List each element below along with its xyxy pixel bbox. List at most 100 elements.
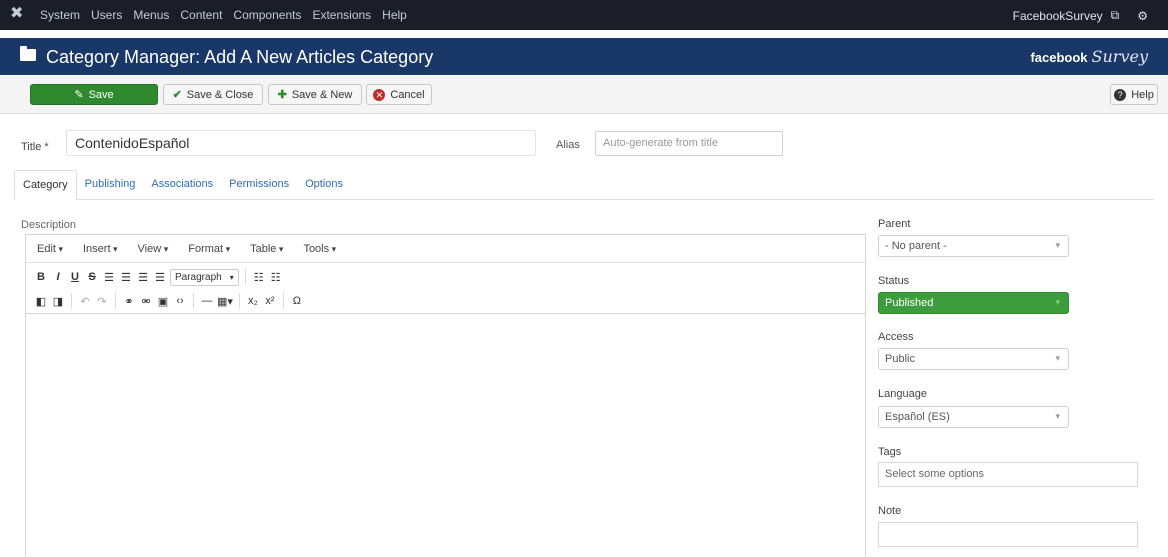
table-icon[interactable]: ▦▾ xyxy=(217,293,233,309)
editor-toolbar-1: B I U S ☰ ☰ ☰ ☰ Paragraph ▾ ☷ ☷ xyxy=(26,265,865,289)
page-header: Category Manager: Add A New Articles Cat… xyxy=(0,38,1168,75)
toolbar-separator xyxy=(193,293,194,309)
top-right: FacebookSurvey ⧉ ⚙ xyxy=(1013,8,1148,23)
unlink-icon[interactable]: ⚮ xyxy=(139,293,153,309)
save-close-label: Save & Close xyxy=(186,88,254,101)
code-icon[interactable]: ‹› xyxy=(173,293,187,309)
note-input[interactable] xyxy=(878,522,1138,547)
numbered-list-icon[interactable]: ☷ xyxy=(269,269,283,285)
editor-menu-table[interactable]: Table xyxy=(250,243,283,262)
strikethrough-icon[interactable]: S xyxy=(85,269,99,285)
editor-menu-edit[interactable]: Edit xyxy=(37,243,63,262)
bullet-list-icon[interactable]: ☷ xyxy=(252,269,266,285)
external-link-icon[interactable]: ⧉ xyxy=(1111,8,1120,23)
plus-icon: ✚ xyxy=(277,89,287,101)
brand-script: Survey xyxy=(1091,47,1148,66)
top-navbar: ✖ System Users Menus Content Components … xyxy=(0,0,1168,30)
toolbar-separator xyxy=(115,293,116,309)
bold-icon[interactable]: B xyxy=(34,269,48,285)
alias-label: Alias xyxy=(556,139,580,151)
site-link[interactable]: FacebookSurvey xyxy=(1013,9,1103,23)
undo-icon[interactable]: ↶ xyxy=(78,293,92,309)
cancel-icon: ✕ xyxy=(373,88,386,101)
editor-toolbar-2: ◧ ◨ ↶ ↷ ⚭ ⚮ ▣ ‹› — ▦▾ x₂ x² Ω xyxy=(26,289,865,313)
format-select-value: Paragraph xyxy=(175,271,222,283)
tags-input[interactable]: Select some options xyxy=(878,462,1138,487)
help-icon: ? xyxy=(1114,88,1127,101)
menu-help[interactable]: Help xyxy=(382,8,407,22)
editor-menu-view[interactable]: View xyxy=(138,243,169,262)
gear-icon[interactable]: ⚙ xyxy=(1137,9,1148,23)
tab-options[interactable]: Options xyxy=(297,170,351,200)
underline-icon[interactable]: U xyxy=(68,269,82,285)
tags-label: Tags xyxy=(878,446,902,458)
parent-select[interactable]: - No parent - xyxy=(878,235,1069,257)
parent-label: Parent xyxy=(878,218,911,230)
chevron-down-icon: ▾ xyxy=(229,272,234,282)
save-button[interactable]: ✎ Save xyxy=(30,84,158,105)
status-label: Status xyxy=(878,275,910,287)
link-icon[interactable]: ⚭ xyxy=(122,293,136,309)
joomla-logo-icon[interactable]: ✖ xyxy=(10,5,28,23)
cancel-label: Cancel xyxy=(390,88,425,101)
menu-components[interactable]: Components xyxy=(233,8,301,22)
image-icon[interactable]: ▣ xyxy=(156,293,170,309)
tab-publishing[interactable]: Publishing xyxy=(77,170,144,200)
indent-icon[interactable]: ◨ xyxy=(51,293,65,309)
title-label: Title * xyxy=(21,141,49,153)
description-label: Description xyxy=(21,219,77,231)
outdent-icon[interactable]: ◧ xyxy=(34,293,48,309)
align-justify-icon[interactable]: ☰ xyxy=(153,269,167,285)
align-center-icon[interactable]: ☰ xyxy=(119,269,133,285)
align-right-icon[interactable]: ☰ xyxy=(136,269,150,285)
tab-permissions[interactable]: Permissions xyxy=(221,170,297,200)
menu-users[interactable]: Users xyxy=(91,8,122,22)
language-select[interactable]: Español (ES) xyxy=(878,406,1069,428)
editor-menu-insert[interactable]: Insert xyxy=(83,243,118,262)
save-icon: ✎ xyxy=(74,89,84,101)
page-title: Category Manager: Add A New Articles Cat… xyxy=(46,47,434,67)
editor-menu-tools[interactable]: Tools xyxy=(303,243,336,262)
folder-icon xyxy=(20,46,36,61)
format-select[interactable]: Paragraph ▾ xyxy=(170,268,239,286)
toolbar: ✎ Save ✔ Save & Close ✚ Save & New ✕ Can… xyxy=(0,76,1168,114)
menu-menus[interactable]: Menus xyxy=(133,8,169,22)
horizontal-rule-icon[interactable]: — xyxy=(200,293,214,309)
toolbar-separator xyxy=(282,293,284,309)
editor-content-area[interactable] xyxy=(26,313,865,557)
brand-bold: facebook xyxy=(1030,50,1088,65)
tab-category[interactable]: Category xyxy=(14,170,77,200)
top-menu: System Users Menus Content Components Ex… xyxy=(40,8,407,22)
subscript-icon[interactable]: x₂ xyxy=(246,293,260,309)
alias-input[interactable]: Auto-generate from title xyxy=(595,131,783,156)
cancel-button[interactable]: ✕ Cancel xyxy=(366,84,432,105)
status-select[interactable]: Published xyxy=(878,292,1069,314)
save-new-label: Save & New xyxy=(291,88,353,101)
help-button[interactable]: ? Help xyxy=(1110,84,1158,105)
save-new-button[interactable]: ✚ Save & New xyxy=(268,84,362,105)
superscript-icon[interactable]: x² xyxy=(263,293,277,309)
italic-icon[interactable]: I xyxy=(51,269,65,285)
brand-logo: facebook Survey xyxy=(1030,47,1148,66)
special-char-icon[interactable]: Ω xyxy=(290,293,304,309)
align-left-icon[interactable]: ☰ xyxy=(102,269,116,285)
description-editor: Edit Insert View Format Table Tools B I … xyxy=(25,234,866,556)
menu-system[interactable]: System xyxy=(40,8,80,22)
toolbar-separator xyxy=(238,293,240,309)
toolbar-separator xyxy=(244,269,246,285)
help-label: Help xyxy=(1131,88,1154,101)
tab-associations[interactable]: Associations xyxy=(143,170,221,200)
save-close-button[interactable]: ✔ Save & Close xyxy=(163,84,263,105)
access-label: Access xyxy=(878,331,914,343)
access-select[interactable]: Public xyxy=(878,348,1069,370)
menu-content[interactable]: Content xyxy=(180,8,222,22)
title-input[interactable]: ContenidoEspañol xyxy=(66,130,536,156)
toolbar-separator xyxy=(71,293,72,309)
language-label: Language xyxy=(878,388,927,400)
check-icon: ✔ xyxy=(172,89,182,101)
redo-icon[interactable]: ↷ xyxy=(95,293,109,309)
editor-menubar: Edit Insert View Format Table Tools xyxy=(26,235,865,263)
menu-extensions[interactable]: Extensions xyxy=(312,8,371,22)
editor-menu-format[interactable]: Format xyxy=(188,243,230,262)
save-label: Save xyxy=(88,88,114,101)
